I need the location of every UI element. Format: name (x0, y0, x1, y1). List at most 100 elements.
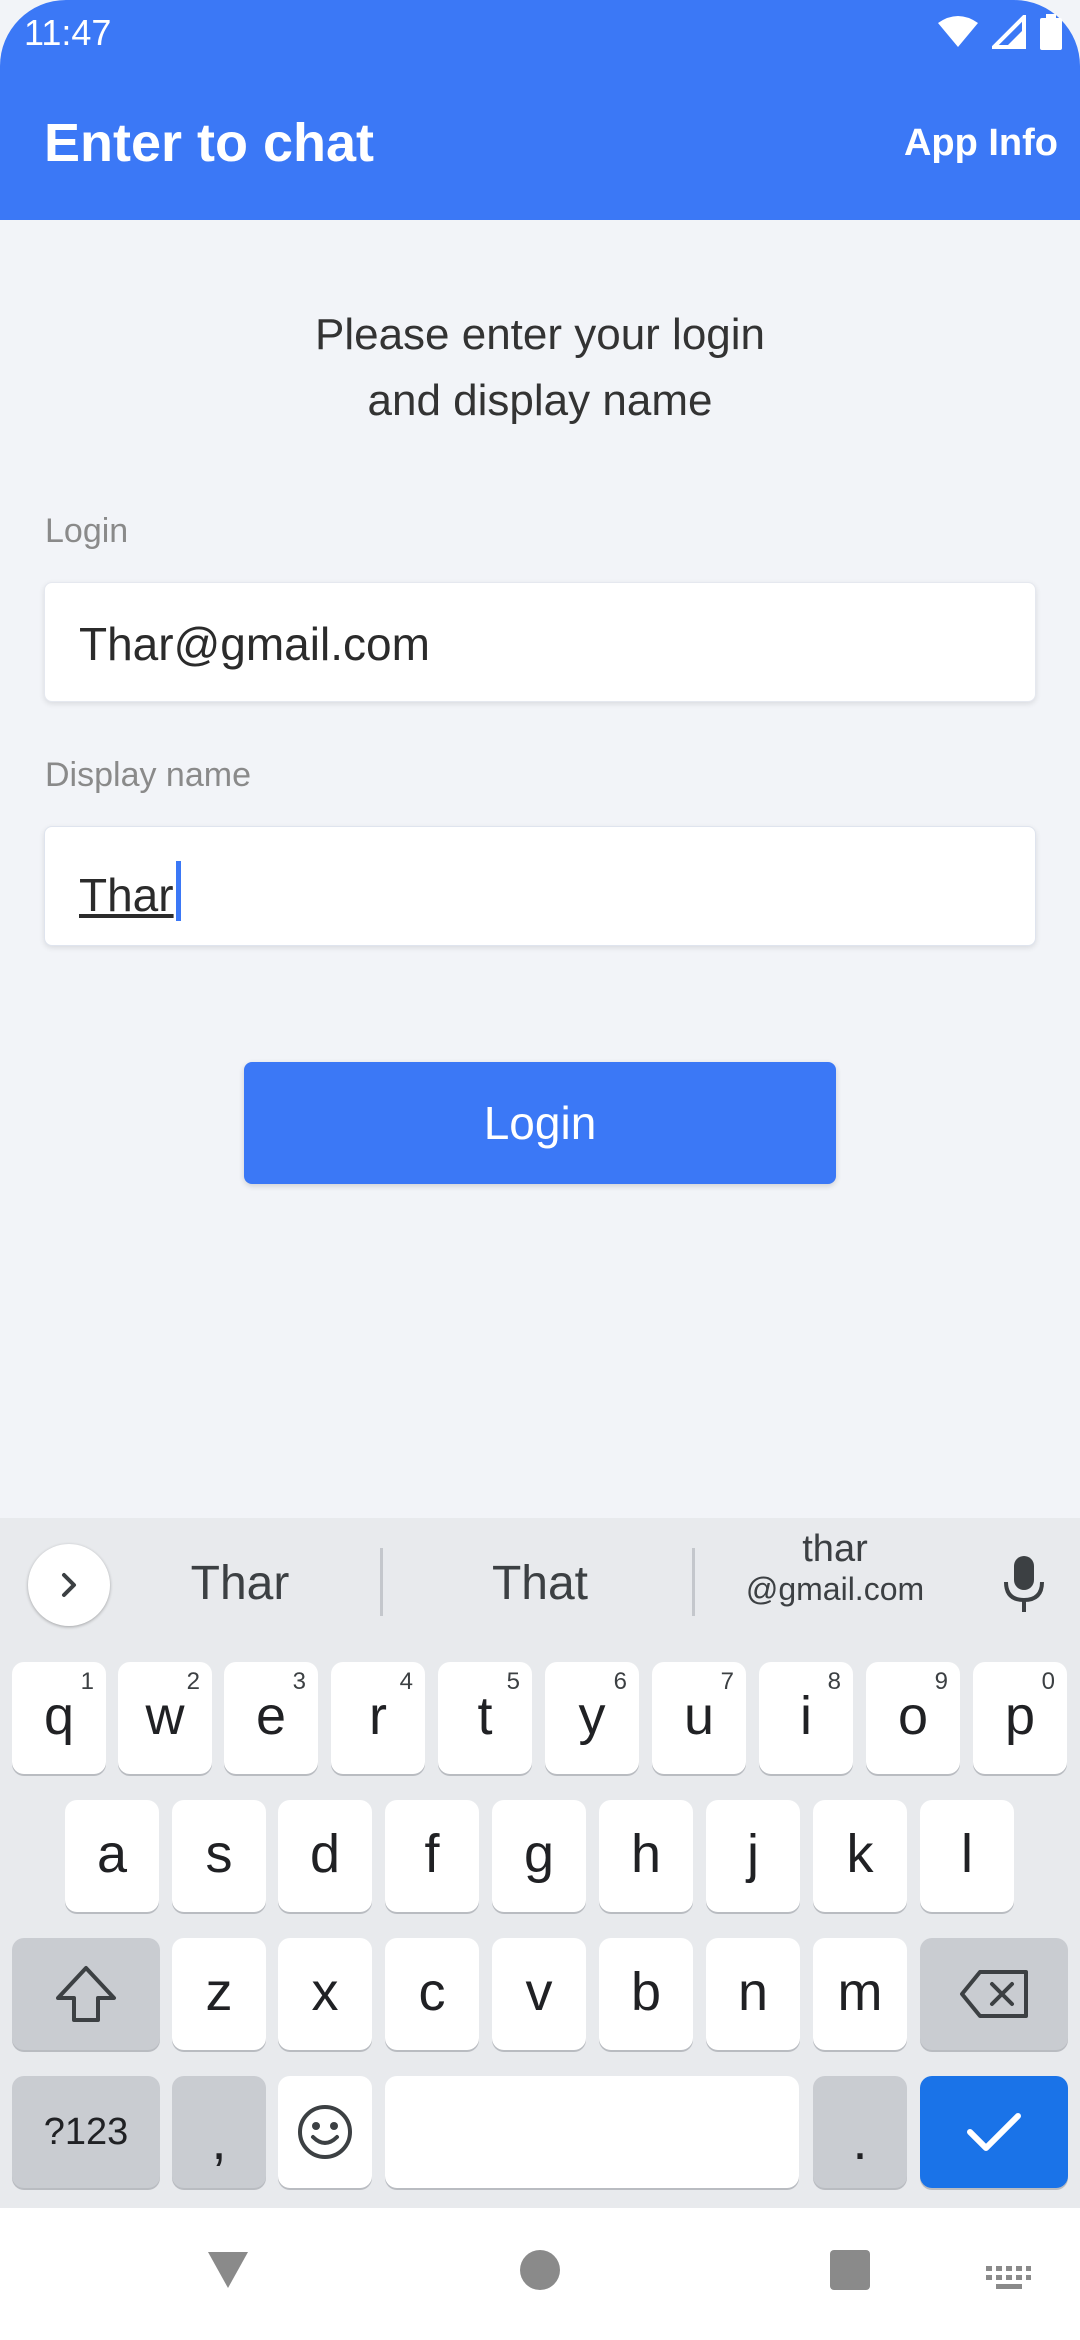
login-label: Login (45, 512, 129, 550)
key-label: m (837, 1962, 883, 2022)
key-hint: 8 (827, 1668, 841, 1695)
home-icon[interactable] (518, 2248, 562, 2292)
soft-keyboard: Thar That thar @gmail.com 1q 2w 3e 4r 5t… (0, 1518, 1080, 2208)
key-label: q (43, 1686, 75, 1746)
instruction-text: Please enter your login and display name (0, 302, 1080, 434)
backspace-key[interactable] (920, 1938, 1068, 2050)
display-name-value: Thar (79, 869, 174, 921)
key-f[interactable]: f (385, 1800, 479, 1912)
key-r[interactable]: 4r (331, 1662, 425, 1774)
key-j[interactable]: j (706, 1800, 800, 1912)
key-z[interactable]: z (172, 1938, 266, 2050)
key-label: n (737, 1962, 769, 2022)
symbols-key[interactable]: ?123 (12, 2076, 160, 2188)
shift-key[interactable] (12, 1938, 160, 2050)
display-name-label: Display name (45, 756, 251, 794)
key-label: l (961, 1824, 973, 1884)
keyboard-switch-icon[interactable] (984, 2264, 1032, 2290)
suggestion-email-domain: @gmail.com (745, 1571, 925, 1607)
key-y[interactable]: 6y (545, 1662, 639, 1774)
key-hint: 9 (934, 1668, 948, 1695)
display-name-field[interactable]: Thar (44, 826, 1036, 946)
key-c[interactable]: c (385, 1938, 479, 2050)
key-hint: 3 (292, 1668, 306, 1695)
key-g[interactable]: g (492, 1800, 586, 1912)
suggestion-email[interactable]: thar @gmail.com (720, 1528, 950, 1608)
key-q[interactable]: 1q (12, 1662, 106, 1774)
app-info-button[interactable]: App Info (904, 122, 1058, 165)
key-label: , (211, 2111, 227, 2171)
emoji-icon (298, 2105, 352, 2159)
backspace-icon (960, 1970, 1028, 2018)
key-d[interactable]: d (278, 1800, 372, 1912)
key-u[interactable]: 7u (652, 1662, 746, 1774)
key-label: o (897, 1686, 929, 1746)
status-time: 11:47 (24, 12, 112, 53)
key-hint: 5 (506, 1668, 520, 1695)
screen: 11:47 Enter to chat App Info Please ente… (0, 0, 1080, 2340)
key-label: j (747, 1824, 759, 1884)
status-icons (938, 14, 1062, 50)
emoji-key[interactable] (278, 2076, 372, 2188)
key-x[interactable]: x (278, 1938, 372, 2050)
key-n[interactable]: n (706, 1938, 800, 2050)
key-a[interactable]: a (65, 1800, 159, 1912)
comma-key[interactable]: , (172, 2076, 266, 2188)
wifi-icon (938, 16, 978, 47)
display-name-field-content: Thar (79, 861, 181, 922)
key-b[interactable]: b (599, 1938, 693, 2050)
login-button[interactable]: Login (244, 1062, 836, 1184)
key-label: h (630, 1824, 662, 1884)
key-s[interactable]: s (172, 1800, 266, 1912)
key-l[interactable]: l (920, 1800, 1014, 1912)
instruction-line-2: and display name (367, 376, 713, 425)
key-label: b (630, 1962, 662, 2022)
suggestion-bar: Thar That thar @gmail.com (0, 1518, 1080, 1650)
key-h[interactable]: h (599, 1800, 693, 1912)
key-label: r (369, 1686, 387, 1746)
done-key[interactable] (920, 2076, 1068, 2188)
page-title: Enter to chat (44, 113, 375, 173)
key-k[interactable]: k (813, 1800, 907, 1912)
key-label: f (424, 1824, 440, 1884)
text-cursor (175, 861, 181, 921)
suggestion-email-user: thar (802, 1528, 868, 1570)
expand-suggestions-button[interactable] (28, 1544, 110, 1626)
key-hint: 2 (186, 1668, 200, 1695)
key-label: w (145, 1686, 185, 1746)
key-label: s (205, 1824, 233, 1884)
chevron-right-icon (62, 1573, 76, 1597)
cell-signal-icon (992, 15, 1026, 49)
key-label: a (96, 1824, 128, 1884)
login-field-value: Thar@gmail.com (79, 618, 430, 670)
key-label: x (311, 1962, 339, 2022)
recents-icon[interactable] (828, 2248, 872, 2292)
key-label: k (846, 1824, 874, 1884)
instruction-line-1: Please enter your login (314, 310, 766, 359)
space-key[interactable] (385, 2076, 799, 2188)
key-p[interactable]: 0p (973, 1662, 1067, 1774)
suggestion-2[interactable]: That (450, 1556, 630, 1611)
key-m[interactable]: m (813, 1938, 907, 2050)
key-label: . (852, 2111, 868, 2171)
key-hint: 4 (399, 1668, 413, 1695)
key-i[interactable]: 8i (759, 1662, 853, 1774)
key-e[interactable]: 3e (224, 1662, 318, 1774)
key-v[interactable]: v (492, 1938, 586, 2050)
key-label: e (255, 1686, 287, 1746)
key-hint: 6 (613, 1668, 627, 1695)
key-label: g (523, 1824, 555, 1884)
back-icon[interactable] (204, 2248, 252, 2292)
login-field[interactable]: Thar@gmail.com (44, 582, 1036, 702)
key-t[interactable]: 5t (438, 1662, 532, 1774)
key-w[interactable]: 2w (118, 1662, 212, 1774)
suggestion-1[interactable]: Thar (150, 1556, 330, 1611)
checkmark-icon (967, 2113, 1021, 2151)
microphone-icon[interactable] (1002, 1554, 1046, 1614)
key-hint: 7 (720, 1668, 734, 1695)
key-o[interactable]: 9o (866, 1662, 960, 1774)
period-key[interactable]: . (813, 2076, 907, 2188)
suggestion-divider (380, 1548, 383, 1616)
system-nav-bar (0, 2208, 1080, 2340)
key-hint: 1 (80, 1668, 94, 1695)
